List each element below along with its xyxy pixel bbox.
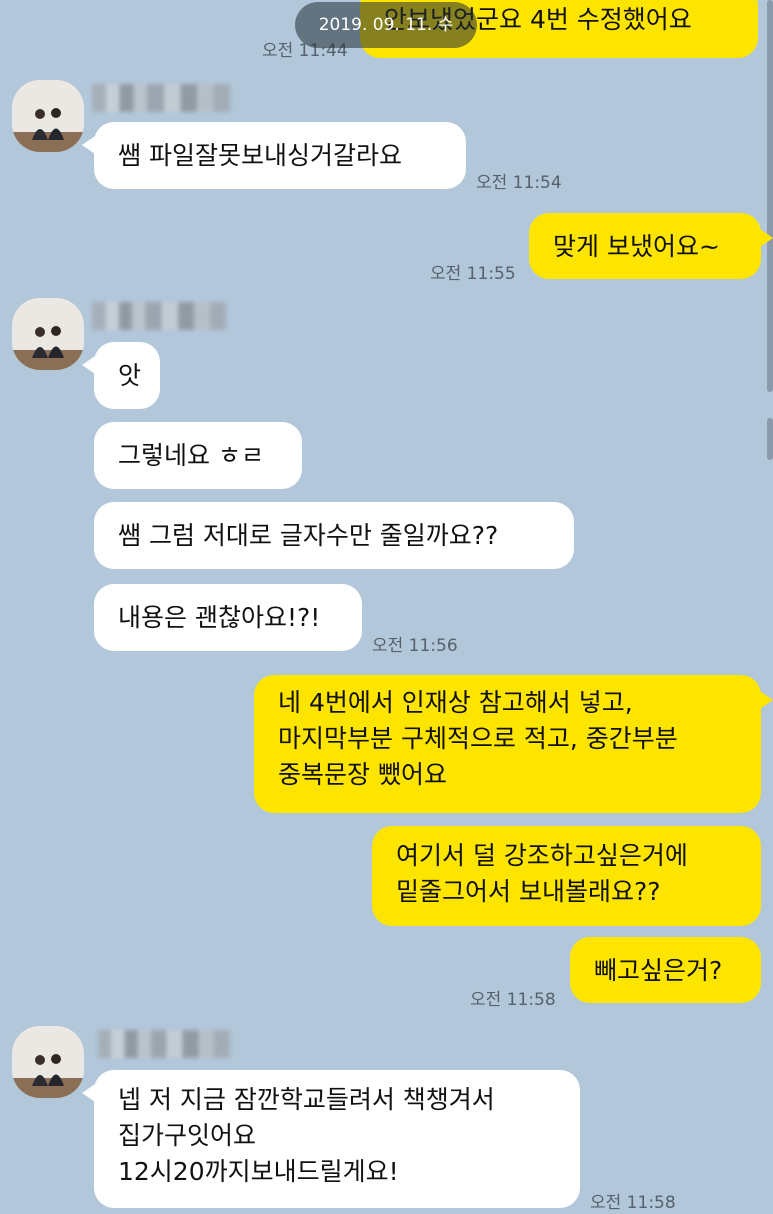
message-bubble-outgoing[interactable]: 맞게 보냈어요~ — [529, 213, 773, 279]
message-timestamp: 오전 11:58 — [590, 1193, 676, 1213]
message-bubble-incoming[interactable]: 넵 저 지금 잠깐학교들려서 책챙겨서 집가구잇어요 12시20까지보내드릴게요… — [82, 1070, 580, 1208]
contact-avatar[interactable] — [12, 298, 84, 370]
message-bubble-incoming[interactable]: 앗 — [82, 342, 160, 409]
contact-avatar[interactable] — [12, 1026, 84, 1098]
message-bubble-incoming[interactable]: 그렇네요 ㅎㄹ — [94, 422, 302, 489]
profile-photo-icon — [12, 298, 84, 370]
contact-name — [98, 1030, 230, 1058]
message-timestamp: 오전 11:58 — [470, 990, 556, 1010]
date-divider: 2019. 09. 11. 수 — [295, 2, 477, 48]
contact-name — [92, 302, 226, 330]
message-bubble-outgoing[interactable]: 빼고싶은거? — [570, 937, 761, 1003]
scrollbar[interactable] — [767, 0, 773, 392]
message-bubble-incoming[interactable]: 쌤 그럼 저대로 글자수만 줄일까요?? — [94, 502, 574, 569]
profile-photo-icon — [12, 1026, 84, 1098]
contact-avatar[interactable] — [12, 80, 84, 152]
message-timestamp: 오전 11:54 — [476, 173, 562, 193]
message-timestamp: 오전 11:55 — [430, 264, 516, 284]
message-bubble-outgoing[interactable]: 여기서 덜 강조하고싶은거에 밑줄그어서 보내볼래요?? — [372, 826, 761, 926]
message-timestamp: 오전 11:56 — [372, 636, 458, 656]
scroll-indicator[interactable] — [767, 418, 773, 460]
message-bubble-incoming[interactable]: 내용은 괜찮아요!?! — [94, 584, 362, 651]
profile-photo-icon — [12, 80, 84, 152]
contact-name — [92, 84, 230, 112]
message-bubble-incoming[interactable]: 쌤 파일잘못보내싱거갈라요 — [82, 122, 466, 189]
message-bubble-outgoing[interactable]: 네 4번에서 인재상 참고해서 넣고, 마지막부분 구체적으로 적고, 중간부분… — [254, 675, 773, 813]
